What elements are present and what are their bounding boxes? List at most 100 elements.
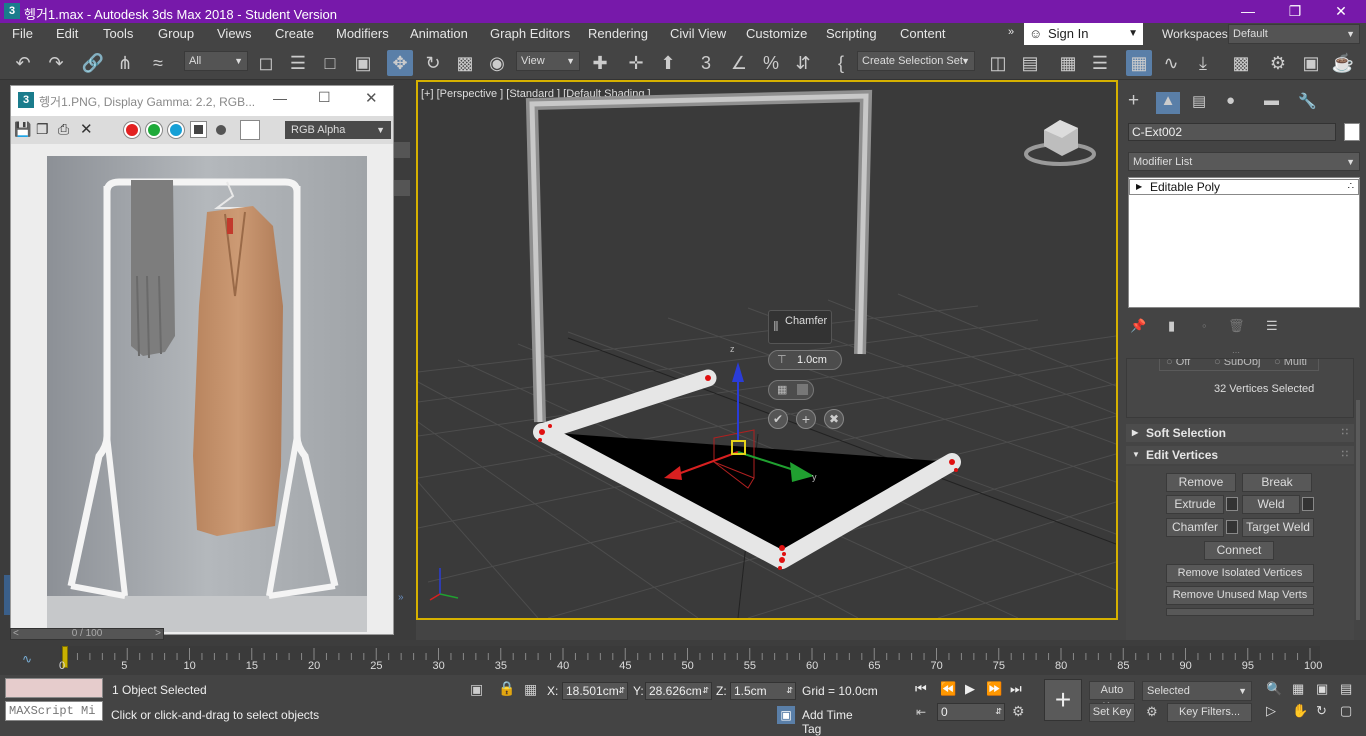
remove-unused-map-verts-button[interactable]: Remove Unused Map Verts [1166, 586, 1314, 605]
red-channel-toggle[interactable] [124, 122, 140, 138]
menu-graph-editors[interactable]: Graph Editors [490, 26, 570, 41]
menu-content[interactable]: Content [900, 26, 946, 41]
preview-multi-radio[interactable]: ○ Multi [1274, 359, 1307, 368]
soft-selection-rollout-header[interactable]: ▶ Soft Selection ∷ [1126, 424, 1354, 442]
preview-off-radio[interactable]: ○ Off [1166, 359, 1190, 368]
scene-explorer-icon[interactable]: ▦ [1055, 50, 1081, 76]
zoom-all-icon[interactable]: ▦ [1292, 681, 1304, 697]
monochrome-toggle[interactable] [216, 125, 226, 135]
menu-views[interactable]: Views [217, 26, 251, 41]
pin-stack-icon[interactable]: 📌 [1130, 318, 1146, 334]
chamfer-settings-icon[interactable] [1226, 520, 1238, 534]
pivot-center-icon[interactable]: ✚ [587, 50, 613, 76]
timeline[interactable]: ∿ 0 5 10 15 20 25 30 35 40 45 50 55 60 65 70 75 80 85 90 95… [0, 640, 1366, 675]
spinner-icon[interactable]: ⇵ [995, 704, 1002, 720]
chamfer-open-toggle[interactable]: ▦ [768, 380, 814, 400]
minimize-button[interactable]: — [273, 90, 287, 106]
spinner-icon[interactable]: ⇵ [786, 683, 793, 699]
scale-icon[interactable]: ▩ [452, 50, 478, 76]
create-tab-icon[interactable]: + [1128, 90, 1139, 112]
perspective-viewport[interactable]: [+] [Perspective ] [Standard ] [Default … [416, 80, 1118, 620]
stack-item-editable-poly[interactable]: ▶ Editable Poly ∴ [1129, 179, 1359, 195]
alpha-channel-toggle[interactable] [191, 122, 206, 137]
curve-editor-icon[interactable]: ∿ [1158, 50, 1184, 76]
pan-icon[interactable]: ✋ [1292, 703, 1308, 719]
y-coordinate-field[interactable]: 28.626cm ⇵ [645, 682, 712, 700]
menu-customize[interactable]: Customize [746, 26, 807, 41]
close-button[interactable]: ✕ [365, 89, 378, 107]
set-key-button[interactable]: Set Key [1089, 703, 1135, 722]
chevron-left-icon[interactable]: < [13, 629, 19, 639]
layer-explorer-icon[interactable]: ☰ [1087, 50, 1113, 76]
save-image-icon[interactable]: 💾 [14, 121, 31, 138]
clone-window-icon[interactable]: ❐ [36, 121, 49, 138]
select-by-name-icon[interactable]: ☰ [285, 50, 311, 76]
weld-button[interactable]: Weld [1242, 495, 1300, 514]
render-production-icon[interactable]: ☕ [1330, 50, 1356, 76]
menu-edit[interactable]: Edit [56, 26, 78, 41]
make-unique-icon[interactable]: ◦ [1202, 318, 1207, 333]
partial-button[interactable] [1166, 608, 1314, 616]
link-icon[interactable]: 🔗 [80, 50, 106, 76]
current-frame-field[interactable]: 0 ⇵ [937, 703, 1005, 721]
restore-button[interactable]: ❐ [1272, 0, 1318, 23]
command-panel-scrollbar[interactable] [1356, 400, 1360, 620]
key-mode-icon[interactable]: ⇤ [916, 705, 926, 719]
menu-animation[interactable]: Animation [410, 26, 468, 41]
previous-frame-icon[interactable]: ⏪ [940, 681, 956, 697]
blue-channel-toggle[interactable] [168, 122, 184, 138]
extrude-settings-icon[interactable] [1226, 497, 1238, 511]
maximize-button[interactable]: ☐ [318, 89, 331, 106]
connect-button[interactable]: Connect [1204, 541, 1274, 560]
mirror-icon[interactable]: ◫ [985, 50, 1011, 76]
go-to-start-icon[interactable]: ⏮ [915, 681, 927, 697]
edit-named-selection-icon[interactable]: { [828, 50, 854, 76]
maxscript-mini-listener[interactable]: MAXScript Mi [5, 701, 103, 721]
apply-and-continue-button[interactable]: + [796, 409, 816, 429]
percent-snap-icon[interactable]: % [758, 50, 784, 76]
window-crossing-icon[interactable]: ▣ [350, 50, 376, 76]
utilities-tab-icon[interactable]: 🔧 [1298, 92, 1317, 110]
expand-icon[interactable]: ▶ [1136, 180, 1142, 194]
time-configuration-icon[interactable]: ⚙ [1012, 703, 1025, 720]
orbit-icon[interactable]: ↻ [1316, 703, 1327, 719]
motion-tab-icon[interactable]: ● [1226, 92, 1235, 109]
splitter-grip[interactable]: ⋯ [1232, 348, 1240, 357]
caddy-grip-icon[interactable]: ‖ [773, 318, 779, 334]
remove-button[interactable]: Remove [1166, 473, 1236, 492]
z-coordinate-field[interactable]: 1.5cm ⇵ [730, 682, 796, 700]
workspace-dropdown[interactable]: Default ▼ [1228, 24, 1360, 44]
placement-icon[interactable]: ◉ [484, 50, 510, 76]
background-color-swatch[interactable] [240, 120, 260, 140]
menu-create[interactable]: Create [275, 26, 314, 41]
chevron-right-icon[interactable]: > [155, 629, 161, 639]
field-of-view-icon[interactable]: ▷ [1266, 703, 1276, 719]
material-editor-icon[interactable]: ▩ [1228, 50, 1254, 76]
chamfer-amount-field[interactable]: ⊤ 1.0cm [768, 350, 842, 370]
lock-selection-icon[interactable]: 🔒 [498, 680, 515, 697]
go-to-end-icon[interactable]: ⏭ [1010, 681, 1022, 697]
add-time-tag-button[interactable]: ▣ Add Time Tag [775, 703, 875, 736]
rotate-icon[interactable]: ↻ [420, 50, 446, 76]
clear-icon[interactable]: ✕ [80, 120, 93, 138]
menu-scripting[interactable]: Scripting [826, 26, 877, 41]
modify-tab-icon[interactable]: ▲ [1156, 92, 1180, 114]
display-tab-icon[interactable]: ▬ [1264, 92, 1279, 109]
set-keys-button[interactable]: + [1044, 679, 1082, 721]
named-selection-dropdown[interactable]: Create Selection Set ▼ [857, 51, 975, 71]
schematic-view-icon[interactable]: ⤓ [1190, 50, 1216, 76]
unlink-icon[interactable]: ⋔ [112, 50, 138, 76]
viewcube[interactable] [1024, 120, 1096, 166]
align-icon[interactable]: ▤ [1017, 50, 1043, 76]
cancel-button[interactable]: ✖ [824, 409, 844, 429]
rectangular-selection-icon[interactable]: □ [317, 50, 343, 76]
configure-modifier-sets-icon[interactable]: ☰ [1266, 318, 1278, 334]
select-manipulate-icon[interactable]: ✛ [623, 50, 649, 76]
chamfer-button[interactable]: Chamfer [1166, 518, 1224, 537]
maxscript-listener-top[interactable] [5, 678, 103, 698]
green-channel-toggle[interactable] [146, 122, 162, 138]
modifier-list-dropdown[interactable]: Modifier List ▼ [1128, 152, 1360, 171]
channel-dropdown[interactable]: RGB Alpha ▼ [285, 121, 391, 139]
ok-button[interactable]: ✔ [768, 409, 788, 429]
break-button[interactable]: Break [1242, 473, 1312, 492]
